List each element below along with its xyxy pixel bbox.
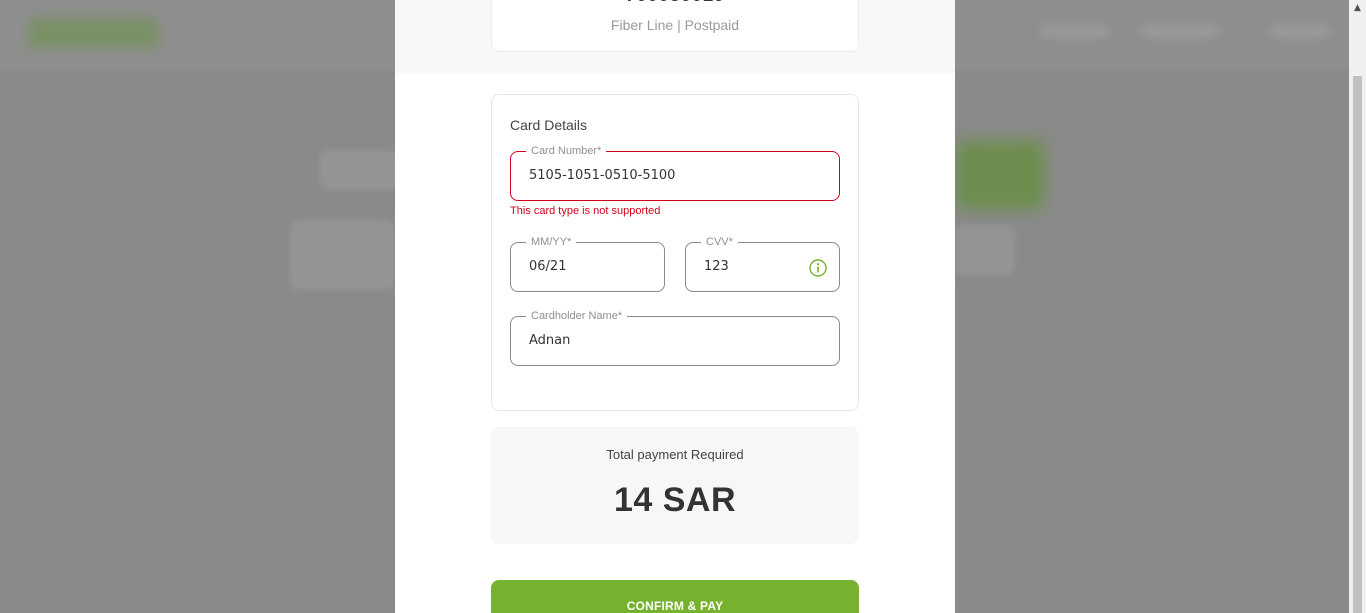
background-card <box>320 150 400 190</box>
card-number-field[interactable]: Card Number* 5105-1051-0510-5100 <box>510 144 840 201</box>
expiry-input[interactable]: 06/21 <box>529 259 566 274</box>
scroll-up-arrow-icon[interactable]: ▲ <box>1349 0 1366 17</box>
cvv-input[interactable]: 123 <box>704 259 729 274</box>
cardholder-name-label: Cardholder Name* <box>526 309 628 323</box>
card-number-error: This card type is not supported <box>510 205 661 217</box>
background-nav-item <box>1140 24 1220 38</box>
confirm-pay-button[interactable]: CONFIRM & PAY <box>491 580 859 613</box>
cardholder-name-field[interactable]: Cardholder Name* Adnan <box>510 309 840 366</box>
payment-modal: 700080019 Fiber Line | Postpaid Card Det… <box>395 0 955 613</box>
cvv-label: CVV* <box>701 235 738 249</box>
page-scrollbar[interactable]: ▲ <box>1349 0 1366 613</box>
background-logo <box>28 18 158 48</box>
cardholder-name-input[interactable]: Adnan <box>529 333 570 348</box>
expiry-label: MM/YY* <box>526 235 577 249</box>
expiry-field[interactable]: MM/YY* 06/21 <box>510 235 665 292</box>
card-details-title: Card Details <box>510 117 588 133</box>
scrollbar-thumb[interactable] <box>1353 76 1362 613</box>
background-button <box>955 140 1045 210</box>
line-type: Fiber Line | Postpaid <box>610 17 740 33</box>
card-details-panel: Card Details Card Number* 5105-1051-0510… <box>491 94 859 411</box>
total-payment-panel: Total payment Required 14 SAR <box>491 427 859 544</box>
background-card <box>290 220 395 290</box>
modal-header-area: 700080019 Fiber Line | Postpaid <box>395 0 955 73</box>
background-nav-item <box>1270 24 1330 38</box>
line-summary-card: 700080019 Fiber Line | Postpaid <box>491 0 859 52</box>
background-nav-item <box>1040 24 1110 38</box>
total-payment-label: Total payment Required <box>606 447 744 462</box>
cvv-field[interactable]: CVV* 123 <box>685 235 840 292</box>
info-circle-icon[interactable] <box>809 259 827 277</box>
background-card <box>955 225 1015 275</box>
card-number-input[interactable]: 5105-1051-0510-5100 <box>529 168 675 183</box>
line-number: 700080019 <box>492 0 858 7</box>
card-number-label: Card Number* <box>526 144 607 158</box>
total-payment-amount: 14 SAR <box>613 481 737 519</box>
